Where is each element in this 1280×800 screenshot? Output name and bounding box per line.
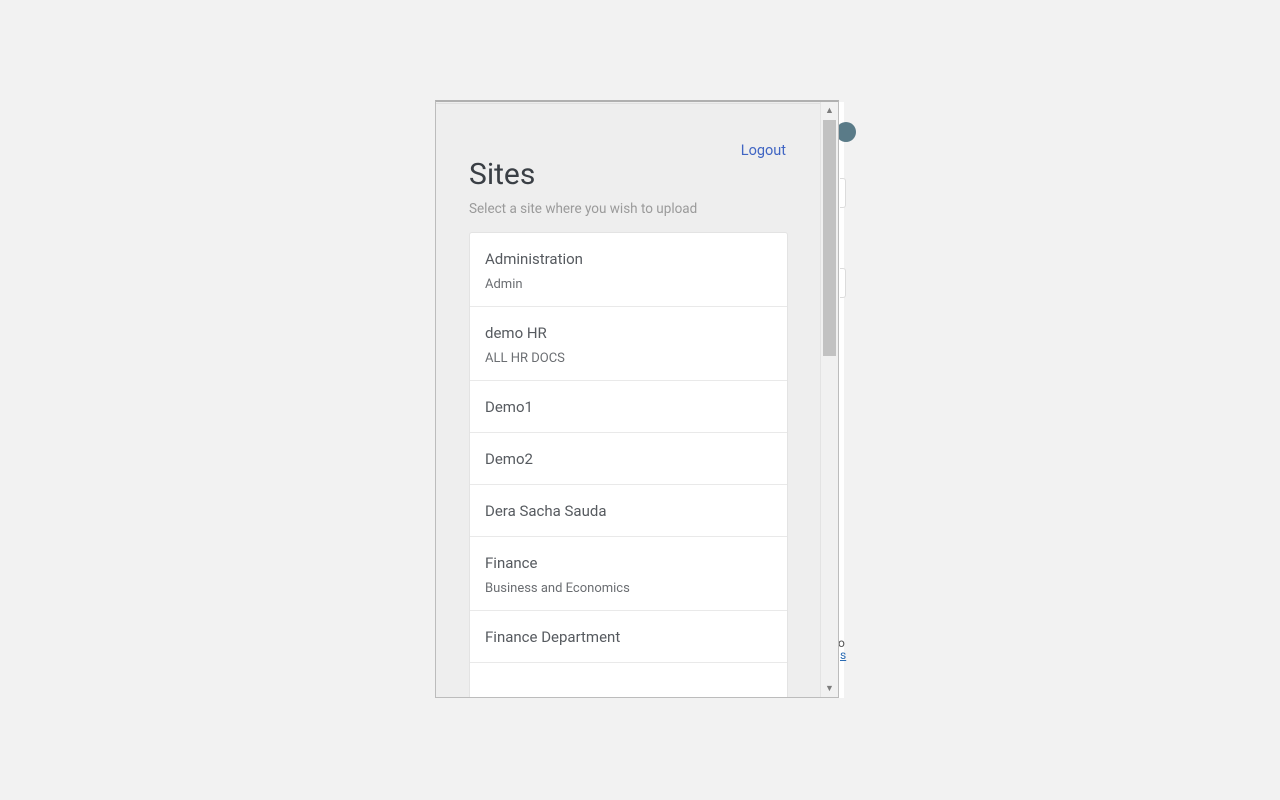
- site-item-finance-department[interactable]: Finance Department: [470, 611, 787, 663]
- logout-link[interactable]: Logout: [741, 142, 786, 159]
- site-title: Finance Department: [485, 628, 772, 646]
- chevron-up-icon: ▲: [825, 105, 834, 116]
- site-title: demo HR: [485, 324, 772, 342]
- site-item-demo2[interactable]: Demo2: [470, 433, 787, 485]
- site-item-administration[interactable]: Administration Admin: [470, 233, 787, 307]
- site-item-truncated[interactable]: [470, 663, 787, 697]
- site-title: Demo1: [485, 398, 772, 416]
- site-title: [485, 680, 772, 697]
- background-link-fragment: s: [840, 648, 846, 662]
- site-description: ALL HR DOCS: [485, 351, 772, 366]
- site-title: Dera Sacha Sauda: [485, 502, 772, 520]
- avatar: [836, 122, 856, 142]
- scroll-up-button[interactable]: ▲: [821, 102, 838, 119]
- page-subtitle: Select a site where you wish to upload: [469, 201, 697, 217]
- site-title: Finance: [485, 554, 772, 572]
- site-list: Administration Admin demo HR ALL HR DOCS…: [469, 232, 788, 697]
- scrollbar[interactable]: ▲ ▼: [821, 102, 838, 697]
- background-input-edge: [840, 268, 846, 298]
- page-title: Sites: [469, 157, 535, 192]
- background-input-edge: [840, 178, 846, 208]
- scroll-track-border: [820, 102, 821, 697]
- site-description: Business and Economics: [485, 581, 772, 596]
- site-item-finance[interactable]: Finance Business and Economics: [470, 537, 787, 611]
- scroll-thumb[interactable]: [823, 120, 836, 356]
- site-title: Demo2: [485, 450, 772, 468]
- site-title: Administration: [485, 250, 772, 268]
- site-description: Admin: [485, 277, 772, 292]
- site-item-dera-sacha-sauda[interactable]: Dera Sacha Sauda: [470, 485, 787, 537]
- chevron-down-icon: ▼: [825, 683, 834, 694]
- panel-content: Logout Sites Select a site where you wis…: [436, 102, 821, 697]
- site-selection-panel: Logout Sites Select a site where you wis…: [435, 100, 839, 698]
- site-item-demo1[interactable]: Demo1: [470, 381, 787, 433]
- site-item-demo-hr[interactable]: demo HR ALL HR DOCS: [470, 307, 787, 381]
- scroll-down-button[interactable]: ▼: [821, 680, 838, 697]
